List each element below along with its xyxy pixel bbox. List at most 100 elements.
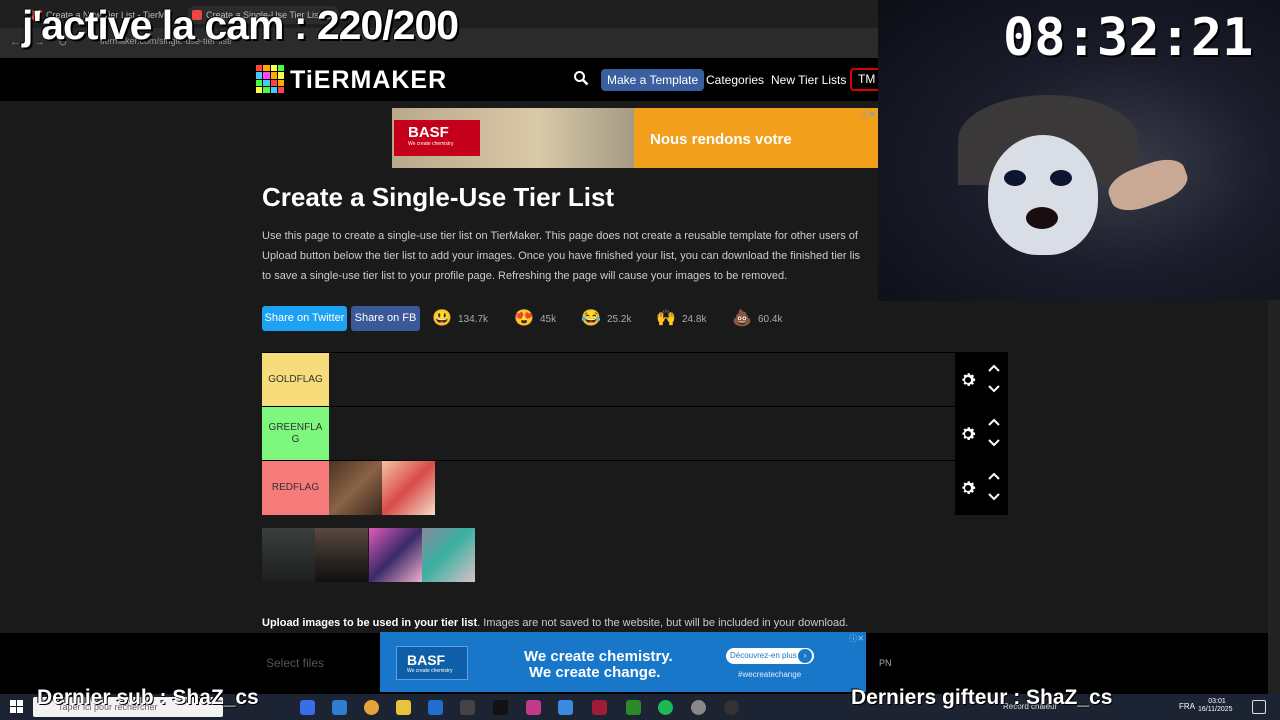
reaction-count: 134.7k [458, 313, 489, 325]
page-title: Create a Single-Use Tier List [262, 182, 615, 212]
laugh-icon: 😂 [581, 310, 601, 327]
pn-label: PN [879, 658, 892, 668]
tier-item-image[interactable] [382, 461, 435, 515]
notification-icon[interactable] [1252, 700, 1266, 714]
spotify-icon[interactable] [658, 700, 673, 715]
taskbar-date[interactable]: 16/11/2025 [1198, 706, 1233, 713]
ad-text: Nous rendons votre [650, 131, 792, 148]
search-icon[interactable] [573, 70, 589, 86]
app-icon[interactable] [300, 700, 315, 715]
nav-new-tier-lists[interactable]: New Tier Lists [771, 73, 846, 87]
pool-item-image[interactable] [262, 528, 315, 582]
ad-image: BASF We create chemistry [392, 108, 634, 168]
chevron-down-icon[interactable] [987, 492, 1001, 502]
folder-icon[interactable] [396, 700, 411, 715]
logo-icon[interactable] [256, 65, 284, 93]
tier-drop-zone[interactable] [329, 407, 955, 461]
tier-label[interactable]: GOLDFLAG [262, 353, 329, 407]
gear-icon[interactable] [959, 479, 977, 497]
upload-instructions-rest: . Images are not saved to the website, b… [477, 617, 849, 629]
logo-cell [270, 79, 277, 86]
pool-item-image[interactable] [315, 528, 368, 582]
xbox-icon[interactable] [626, 700, 641, 715]
logo-cell [263, 86, 270, 93]
nav-categories[interactable]: Categories [706, 73, 764, 87]
smile-icon: 😃 [432, 310, 452, 327]
tier-row-redflag: REDFLAG [262, 460, 1008, 515]
intro-line-3: to save a single-use tier list to your p… [262, 270, 788, 282]
chrome-icon[interactable] [364, 700, 379, 715]
intro-text: Use this page to create a single-use tie… [262, 226, 878, 286]
reaction-count: 24.8k [682, 313, 707, 325]
chevron-down-icon[interactable] [987, 384, 1001, 394]
ad-close-icon[interactable]: ⓘ✕ [861, 109, 876, 120]
site-logo[interactable]: TiERMAKER [290, 66, 447, 95]
logo-cell [270, 72, 277, 79]
scrollbar[interactable] [1268, 300, 1280, 694]
make-template-button[interactable]: Make a Template [601, 69, 705, 91]
select-files-button[interactable]: Select files [266, 656, 366, 676]
taskbar-time[interactable]: 03:01 [1202, 697, 1232, 706]
share-fb-button[interactable]: Share on FB [351, 306, 420, 331]
reaction-heart-eyes[interactable]: 😍 45k [514, 309, 556, 329]
tier-controls [955, 407, 1008, 461]
app-icon[interactable] [592, 700, 607, 715]
chrome-active-icon[interactable] [691, 700, 706, 715]
ad-close-icon[interactable]: ⓘ✕ [849, 633, 864, 644]
stream-overlay-title: j'active la cam : 220/200 [22, 2, 459, 48]
tier-controls [955, 461, 1008, 515]
heart-eyes-icon: 😍 [514, 310, 534, 327]
ad-cta-label: Découvrez-en plus [730, 651, 797, 660]
tier-drop-zone[interactable] [329, 461, 955, 515]
gear-icon[interactable] [959, 371, 977, 389]
chevron-up-icon[interactable] [987, 363, 1001, 373]
site-header: TiERMAKER Make a Template Categories New… [0, 58, 882, 101]
upload-instructions-bold: Upload images to be used in your tier li… [262, 617, 478, 629]
ad-cta-button[interactable]: Découvrez-en plus › [726, 648, 814, 664]
stream-overlay-last-sub: Dernier sub : ShaZ_cs [37, 686, 259, 709]
reaction-smile[interactable]: 😃 134.7k [432, 309, 488, 329]
ad-headline-1: We create chemistry. [524, 648, 673, 665]
mail-icon[interactable] [428, 700, 443, 715]
left-eye [1004, 170, 1026, 186]
gear-icon[interactable] [959, 425, 977, 443]
share-twitter-button[interactable]: Share on Twitter [262, 306, 347, 331]
app-icon[interactable] [558, 700, 573, 715]
tier-row-goldflag: GOLDFLAG [262, 352, 1008, 407]
stream-overlay-last-gifter: Derniers gifteur : ShaZ_cs [851, 686, 1113, 709]
basf-logo: BASF We create chemistry [396, 646, 468, 680]
app-icon[interactable] [526, 700, 541, 715]
ad-banner-bottom[interactable]: BASF We create chemistry We create chemi… [380, 632, 866, 692]
reaction-count: 45k [540, 313, 557, 325]
pool-item-image[interactable] [369, 528, 422, 582]
reaction-poop[interactable]: 💩 60.4k [732, 309, 782, 329]
logo-cell [277, 72, 284, 79]
tier-row-greenflag: GREENFLAG [262, 406, 1008, 461]
obs-icon[interactable] [724, 700, 739, 715]
logo-cell [277, 86, 284, 93]
back-icon[interactable]: ← [10, 36, 21, 48]
reaction-laugh[interactable]: 😂 25.2k [581, 309, 631, 329]
tier-label[interactable]: GREENFLAG [262, 407, 329, 461]
windows-start-icon[interactable] [10, 700, 23, 713]
reaction-raised-hands[interactable]: 🙌 24.8k [656, 309, 706, 329]
logo-cell [256, 86, 263, 93]
tier-label[interactable]: REDFLAG [262, 461, 329, 515]
tier-item-image[interactable] [329, 461, 382, 515]
pool-item-image[interactable] [422, 528, 475, 582]
app-icon[interactable] [460, 700, 475, 715]
stream-clock: 08:32:21 [1003, 8, 1254, 68]
image-pool [262, 528, 476, 582]
language-indicator[interactable]: FRA [1179, 702, 1195, 711]
chevron-up-icon[interactable] [987, 417, 1001, 427]
app-icon[interactable] [332, 700, 347, 715]
logo-cell [263, 65, 270, 72]
logo-cell [263, 72, 270, 79]
ad-banner-top[interactable]: BASF We create chemistry Nous rendons vo… [392, 108, 878, 168]
tier-controls [955, 353, 1008, 407]
tiktok-icon[interactable] [493, 700, 508, 715]
chevron-down-icon[interactable] [987, 438, 1001, 448]
tier-drop-zone[interactable] [329, 353, 955, 407]
chevron-up-icon[interactable] [987, 471, 1001, 481]
mouth [1026, 207, 1058, 229]
